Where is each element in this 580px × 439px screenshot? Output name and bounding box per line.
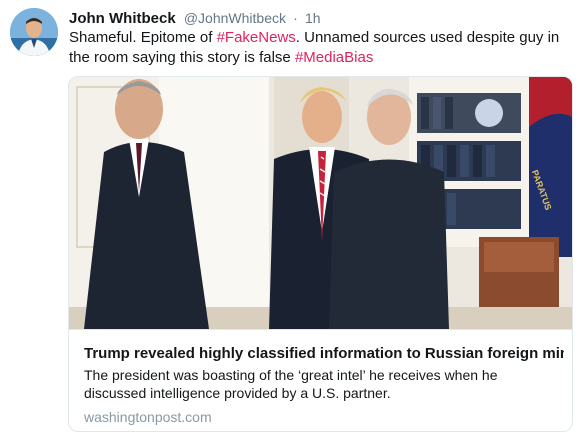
hashtag-link-mediabias[interactable]: #MediaBias [295, 49, 373, 66]
card-photo-image: PARATUS [69, 77, 572, 329]
tweet-text: Shameful. Epitome of #FakeNews. Unnamed … [69, 28, 569, 68]
card-title[interactable]: Trump revealed highly classified informa… [84, 344, 564, 364]
card-photo[interactable]: PARATUS [69, 77, 572, 329]
link-card[interactable]: PARATUS Trump revealed highly classified… [68, 76, 573, 432]
tweet-text-segment: Shameful. Epitome of [69, 29, 217, 46]
avatar[interactable] [10, 8, 58, 56]
avatar-image [10, 8, 58, 56]
card-domain[interactable]: washingtonpost.com [84, 408, 212, 426]
hashtag-link-fakenews[interactable]: #FakeNews [217, 29, 296, 46]
card-body[interactable]: Trump revealed highly classified informa… [69, 329, 572, 431]
card-description: The president was boasting of the ‘great… [84, 367, 498, 401]
user-handle[interactable]: @JohnWhitbeck [184, 10, 286, 26]
tweet-header: John Whitbeck @JohnWhitbeck · 1h [69, 8, 321, 28]
separator-dot: · [293, 10, 298, 26]
tweet[interactable]: John Whitbeck @JohnWhitbeck · 1h Shamefu… [0, 0, 580, 439]
tweet-timestamp[interactable]: 1h [305, 10, 321, 26]
display-name[interactable]: John Whitbeck [69, 10, 176, 27]
